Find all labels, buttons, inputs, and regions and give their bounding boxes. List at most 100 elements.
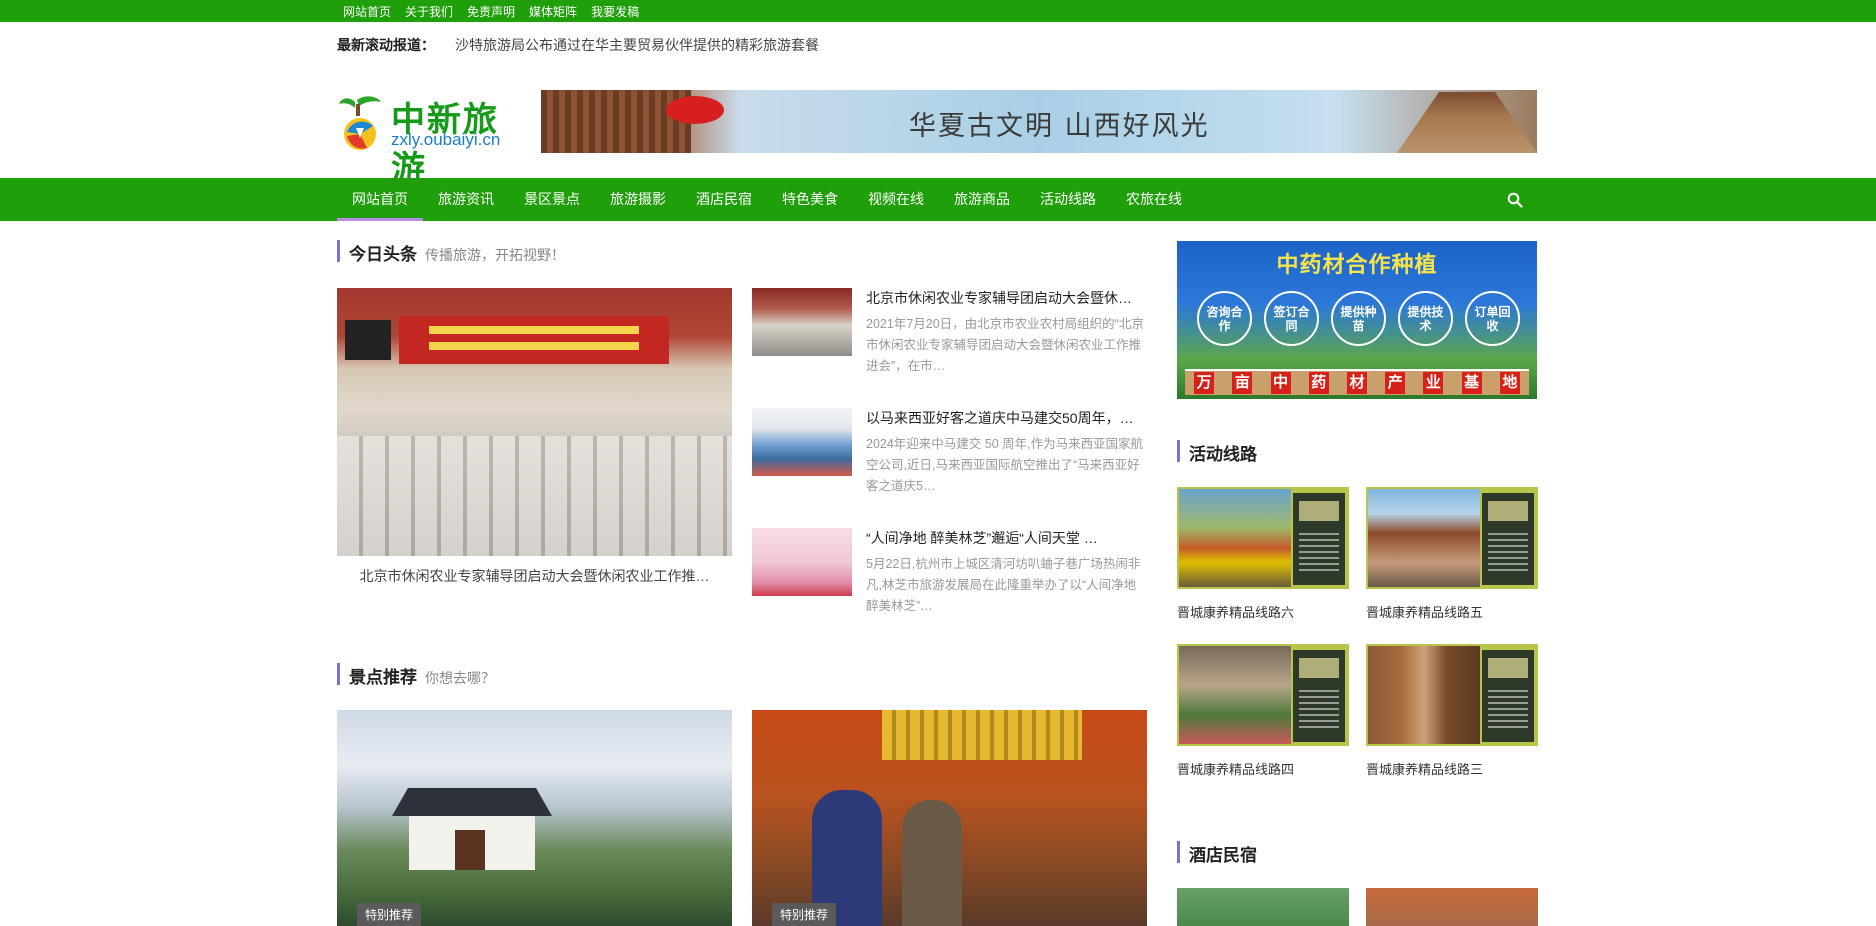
hotel-thumbnail[interactable] [1366,888,1538,926]
top-utility-bar: 网站首页 关于我们 免责声明 媒体矩阵 我要发稿 [0,0,1876,22]
route-name[interactable]: 晋城康养精品线路五 [1366,602,1483,621]
top-link-home[interactable]: 网站首页 [343,3,391,20]
featured-badge: 特别推荐 [772,903,837,926]
nav-item-routes[interactable]: 活动线路 [1025,178,1111,221]
ad-step: 咨询合作 [1197,291,1252,346]
route-name[interactable]: 晋城康养精品线路四 [1177,759,1294,778]
search-icon[interactable] [1507,192,1523,208]
ad-slogan-char: 亩 [1232,372,1253,394]
nav-item-goods[interactable]: 旅游商品 [939,178,1025,221]
lantern-icon [666,96,724,124]
spots-subtitle: 你想去哪？ [425,670,495,686]
nav-item-hotels[interactable]: 酒店民宿 [681,178,767,221]
ad-step: 订单回收 [1465,291,1520,346]
ad-steps: 咨询合作 签订合同 提供种苗 提供技术 订单回收 [1197,291,1520,346]
logo-url: zxly.oubaiyi.cn [391,130,501,149]
nav-items: 网站首页 旅游资讯 景区景点 旅游摄影 酒店民宿 特色美食 视频在线 旅游商品 … [337,178,1197,221]
top-link-about[interactable]: 关于我们 [405,3,453,20]
news-ticker: 最新滚动报道： 沙特旅游局公布通过在华主要贸易伙伴提供的精彩旅游套餐 [337,35,819,55]
nav-item-agritourism[interactable]: 农旅在线 [1111,178,1197,221]
route-info-panel [1482,650,1534,742]
nav-item-photography[interactable]: 旅游摄影 [595,178,681,221]
hotels-title: 酒店民宿 [1189,846,1257,865]
header-banner[interactable]: 华夏古文明 山西好风光 [541,90,1537,153]
route-info-panel [1293,650,1345,742]
nav-item-news[interactable]: 旅游资讯 [423,178,509,221]
routes-title: 活动线路 [1189,445,1257,464]
ad-slogan-char: 地 [1499,372,1520,394]
stage-screen [345,320,391,360]
route-image [1177,487,1349,589]
ad-slogan-char: 万 [1194,372,1215,394]
ad-slogan-char: 基 [1461,372,1482,394]
top-link-disclaimer[interactable]: 免责声明 [467,3,515,20]
headline-desc: 2021年7月20日，由北京市农业农村局组织的“北京市休闲农业专家辅导团启动大会… [866,317,1144,373]
route-photo [1179,489,1291,587]
headline-title[interactable]: “人间净地 醉美林芝”邂逅“人间天堂 … [866,528,1147,548]
ad-step: 提供种苗 [1331,291,1386,346]
corn-decoration [882,710,1082,760]
ad-step: 签订合同 [1264,291,1319,346]
banner-architecture [541,90,691,153]
ad-slogan: 万 亩 中 药 材 产 业 基 地 [1185,369,1529,395]
ad-slogan-char: 业 [1423,372,1444,394]
nav-item-scenic[interactable]: 景区景点 [509,178,595,221]
headlines-title: 今日头条 [349,245,417,264]
headlines-subtitle: 传播旅游，开拓视野！ [425,247,565,263]
top-links: 网站首页 关于我们 免责声明 媒体矩阵 我要发稿 [343,0,639,22]
route-image [1366,487,1538,589]
headline-thumbnail[interactable] [752,288,852,356]
ad-slogan-char: 中 [1270,372,1291,394]
headline-main-caption[interactable]: 北京市休闲农业专家辅导团启动大会暨休闲农业工作推… [337,566,732,587]
ad-slogan-char: 材 [1346,372,1367,394]
route-image [1366,644,1538,746]
headline-thumbnail[interactable] [752,528,852,596]
spots-title: 景点推荐 [349,668,417,687]
site-logo[interactable]: 中新旅游 zxly.oubaiyi.cn [337,92,522,189]
route-info-panel [1293,493,1345,585]
sidebar-ad-banner[interactable]: 中药材合作种植 咨询合作 签订合同 提供种苗 提供技术 订单回收 万 亩 中 药… [1177,241,1537,399]
headline-title[interactable]: 北京市休闲农业专家辅导团启动大会暨休… [866,288,1147,308]
ad-title: 中药材合作种植 [1276,253,1438,278]
nav-item-home[interactable]: 网站首页 [337,178,423,221]
headline-desc: 5月22日,杭州市上城区清河坊叭蛐子巷广场热闹非凡,林芝市旅游发展局在此隆重举办… [866,557,1141,613]
route-info-panel [1482,493,1534,585]
spot-card[interactable]: 特别推荐 [752,710,1147,926]
route-photo [1179,646,1291,744]
headline-item: 以马来西亚好客之道庆中马建交50周年，… 2024年迎来中马建交 50 周年,作… [752,408,1147,518]
hotel-thumbnail[interactable] [1177,888,1349,926]
performer-figure [902,800,962,926]
headline-title[interactable]: 以马来西亚好客之道庆中马建交50周年，… [866,408,1147,428]
headline-thumbnail[interactable] [752,408,852,476]
routes-heading: 活动线路 [1177,440,1257,464]
banner-tower [1397,92,1537,153]
featured-badge: 特别推荐 [357,903,422,926]
headline-desc: 2024年迎来中马建交 50 周年,作为马来西亚国家航空公司,近日,马来西亚国际… [866,437,1144,493]
audience-seats [337,436,732,556]
route-name[interactable]: 晋城康养精品线路三 [1366,759,1483,778]
spot-card[interactable]: 特别推荐 [337,710,732,926]
hotels-heading: 酒店民宿 [1177,841,1257,865]
ad-step: 提供技术 [1398,291,1453,346]
route-name[interactable]: 晋城康养精品线路六 [1177,602,1294,621]
ticker-label: 最新滚动报道： [337,37,435,53]
pavilion-roof [392,788,552,816]
stage-banner [399,316,669,364]
headline-item: “人间净地 醉美林芝”邂逅“人间天堂 … 5月22日,杭州市上城区清河坊叭蛐子巷… [752,528,1147,638]
headline-item: 北京市休闲农业专家辅导团启动大会暨休… 2021年7月20日，由北京市农业农村局… [752,288,1147,398]
route-image [1177,644,1349,746]
logo-mark-icon [339,96,381,150]
spots-heading: 景点推荐 你想去哪？ [337,663,495,687]
top-link-submit[interactable]: 我要发稿 [591,3,639,20]
headline-main-image[interactable] [337,288,732,556]
headlines-heading: 今日头条 传播旅游，开拓视野！ [337,240,565,264]
ticker-headline[interactable]: 沙特旅游局公布通过在华主要贸易伙伴提供的精彩旅游套餐 [455,35,819,55]
nav-item-video[interactable]: 视频在线 [853,178,939,221]
route-photo [1368,489,1480,587]
ad-slogan-char: 药 [1308,372,1329,394]
top-link-media[interactable]: 媒体矩阵 [529,3,577,20]
banner-slogan: 华夏古文明 山西好风光 [909,111,1210,142]
route-photo [1368,646,1480,744]
nav-item-food[interactable]: 特色美食 [767,178,853,221]
pavilion-door [455,830,485,870]
